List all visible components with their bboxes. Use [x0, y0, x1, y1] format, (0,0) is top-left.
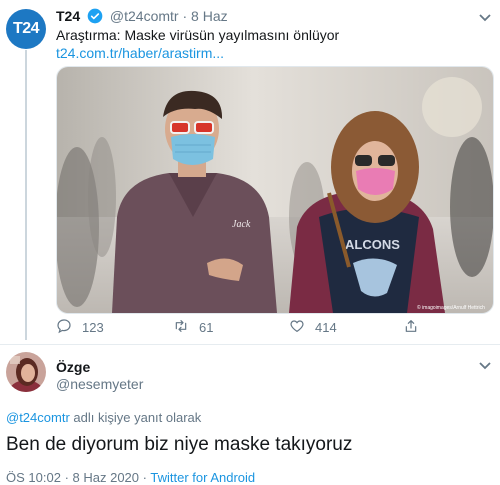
retweet-icon	[173, 318, 199, 337]
avatar[interactable]	[6, 352, 46, 392]
tweet-full-date[interactable]: 8 Haz 2020	[73, 470, 140, 485]
separator: ·	[182, 8, 188, 24]
reply-count: 123	[82, 320, 104, 335]
tweet-text: Ben de diyorum biz niye maske takıyoruz	[6, 434, 353, 455]
chevron-down-icon[interactable]	[478, 358, 492, 376]
verified-badge-icon	[87, 8, 103, 27]
avatar[interactable]: T24	[6, 9, 46, 49]
handle[interactable]: @t24comtr	[110, 8, 179, 24]
tweet-source[interactable]: Twitter for Android	[150, 470, 255, 485]
avatar-text: T24	[12, 20, 40, 37]
tweet-actions: 123 61 414	[56, 318, 476, 338]
reply-context: @t24comtr adlı kişiye yanıt olarak	[6, 410, 201, 425]
tweet-text-block: Araştırma: Maske virüsün yayılmasını önl…	[56, 26, 339, 62]
thread-line	[25, 50, 27, 340]
retweet-count: 61	[199, 320, 214, 335]
retweet-button[interactable]: 61	[173, 318, 213, 337]
tweet-photo[interactable]: Jack ALCONS © imagoimages/Arnulf Hettric…	[56, 66, 494, 314]
like-icon	[289, 318, 315, 337]
reply-to-suffix: adlı kişiye yanıt olarak	[69, 410, 202, 425]
svg-text:ALCONS: ALCONS	[345, 237, 400, 252]
reply-icon	[56, 318, 82, 337]
tweet-time[interactable]: ÖS 10:02	[6, 470, 61, 485]
photo-credit: © imagoimages/Arnulf Hettrich	[417, 304, 485, 311]
tweet-meta: ÖS 10:02 · 8 Haz 2020 · Twitter for Andr…	[6, 470, 256, 485]
handle[interactable]: @nesemyeter	[56, 376, 143, 392]
display-name[interactable]: Özge	[56, 359, 90, 375]
display-name[interactable]: T24	[56, 8, 80, 24]
reply-button[interactable]: 123	[56, 318, 104, 337]
chevron-down-icon[interactable]	[478, 10, 492, 28]
like-count: 414	[315, 320, 337, 335]
tweet-header: T24 @t24comtr · 8 Haz	[56, 8, 228, 27]
reply-to-handle[interactable]: @t24comtr	[6, 410, 70, 425]
share-button[interactable]	[403, 318, 429, 337]
like-button[interactable]: 414	[289, 318, 337, 337]
share-icon	[403, 318, 429, 337]
tweet-date[interactable]: 8 Haz	[191, 8, 228, 24]
divider	[0, 344, 500, 345]
tweet-link[interactable]: t24.com.tr/haber/arastirm...	[56, 44, 339, 62]
svg-text:Jack: Jack	[232, 219, 251, 230]
tweet-text: Araştırma: Maske virüsün yayılmasını önl…	[56, 27, 340, 43]
